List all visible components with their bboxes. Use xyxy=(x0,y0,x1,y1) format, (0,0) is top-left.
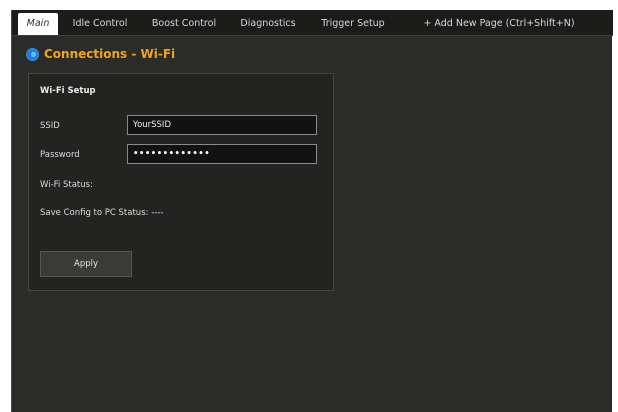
tab-idle-control[interactable]: Idle Control xyxy=(62,13,138,35)
page-title-text: Connections - Wi-Fi xyxy=(44,47,176,61)
wifi-setup-panel: Wi-Fi Setup SSID YourSSID Password •••••… xyxy=(28,73,334,291)
toggle-icon[interactable] xyxy=(26,47,39,61)
ssid-label: SSID xyxy=(40,121,60,131)
tab-trigger-setup[interactable]: Trigger Setup xyxy=(310,13,396,35)
panel-title: Wi-Fi Setup xyxy=(40,86,96,96)
ssid-input[interactable]: YourSSID xyxy=(127,115,317,135)
password-label: Password xyxy=(40,150,80,160)
apply-button[interactable]: Apply xyxy=(40,251,132,277)
tab-bar: Main Idle Control Boost Control Diagnost… xyxy=(12,10,613,36)
app-window: Main Idle Control Boost Control Diagnost… xyxy=(11,10,613,412)
password-input[interactable]: ••••••••••••• xyxy=(127,144,317,164)
wifi-status-label: Wi-Fi Status: xyxy=(40,180,93,190)
tab-main[interactable]: Main xyxy=(18,13,58,35)
tab-boost-control[interactable]: Boost Control xyxy=(142,13,226,35)
save-config-status: Save Config to PC Status: ---- xyxy=(40,208,164,218)
tab-diagnostics[interactable]: Diagnostics xyxy=(230,13,306,35)
page-title: Connections - Wi-Fi xyxy=(26,45,175,63)
tab-add-new-page[interactable]: + Add New Page (Ctrl+Shift+N) xyxy=(402,13,596,35)
